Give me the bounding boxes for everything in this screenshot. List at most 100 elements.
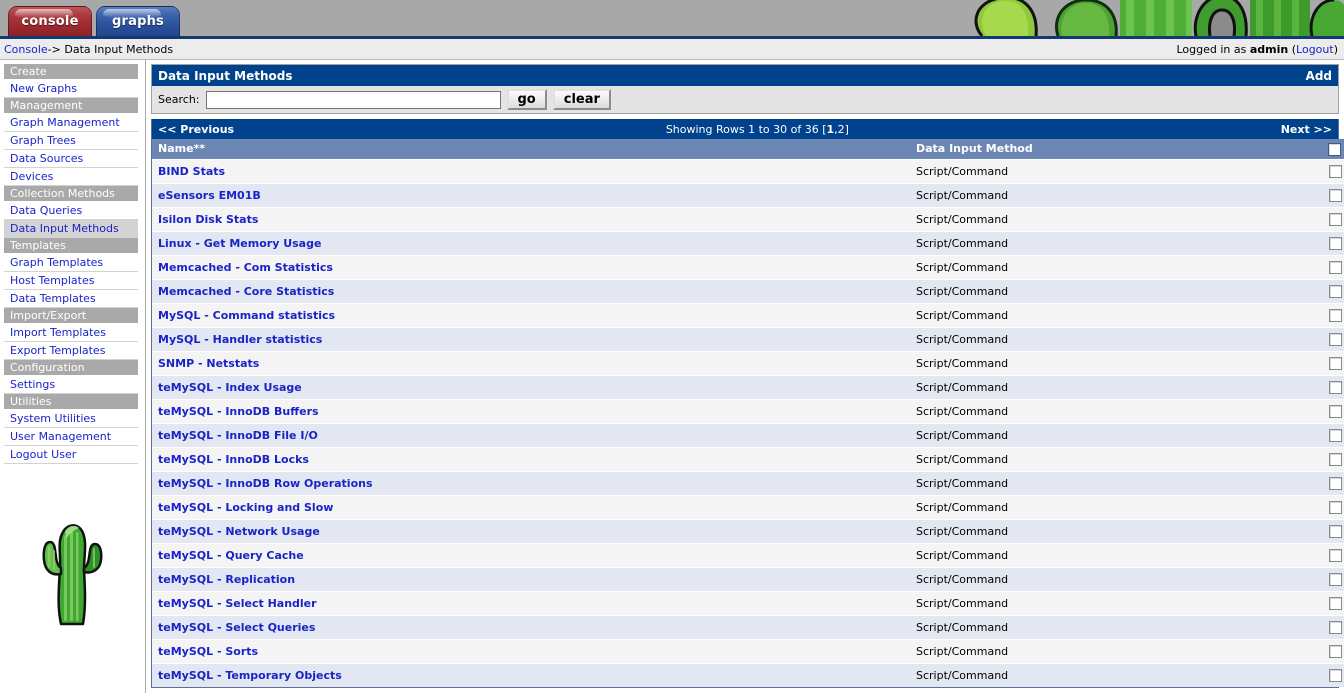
table-row[interactable]: teMySQL - Select Queries Script/Command: [152, 614, 1344, 639]
row-checkbox[interactable]: [1328, 620, 1342, 634]
row-checkbox[interactable]: [1328, 212, 1342, 226]
sidebar-item-settings[interactable]: Settings: [4, 376, 138, 394]
sidebar-item-logout-user[interactable]: Logout User: [4, 446, 138, 464]
row-checkbox[interactable]: [1328, 308, 1342, 322]
sidebar-item-data-templates[interactable]: Data Templates: [4, 290, 138, 308]
table-row[interactable]: MySQL - Handler statistics Script/Command: [152, 326, 1344, 351]
data-input-method-link[interactable]: Memcached - Com Statistics: [158, 261, 333, 274]
table-row[interactable]: teMySQL - InnoDB Row Operations Script/Co…: [152, 470, 1344, 495]
sidebar-item-devices[interactable]: Devices: [4, 168, 138, 186]
data-input-method-link[interactable]: teMySQL - Select Queries: [158, 621, 315, 634]
data-input-method-link[interactable]: teMySQL - Network Usage: [158, 525, 320, 538]
row-checkbox[interactable]: [1328, 548, 1342, 562]
data-input-method-link[interactable]: teMySQL - InnoDB Locks: [158, 453, 309, 466]
data-input-method-link[interactable]: Isilon Disk Stats: [158, 213, 258, 226]
sidebar-item-label[interactable]: Devices: [10, 170, 53, 183]
row-checkbox[interactable]: [1328, 644, 1342, 658]
sidebar-item-label[interactable]: Logout User: [10, 448, 76, 461]
table-row[interactable]: teMySQL - Locking and Slow Script/Command: [152, 494, 1344, 519]
add-link[interactable]: Add: [1306, 69, 1332, 83]
tab-console[interactable]: console: [8, 6, 92, 36]
next-link[interactable]: Next >>: [1281, 123, 1332, 136]
sidebar-item-system-utilities[interactable]: System Utilities: [4, 410, 138, 428]
row-checkbox[interactable]: [1328, 572, 1342, 586]
sidebar-item-export-templates[interactable]: Export Templates: [4, 342, 138, 360]
sidebar-item-data-sources[interactable]: Data Sources: [4, 150, 138, 168]
data-input-method-link[interactable]: Linux - Get Memory Usage: [158, 237, 321, 250]
sidebar-item-user-management[interactable]: User Management: [4, 428, 138, 446]
data-input-method-link[interactable]: teMySQL - InnoDB Row Operations: [158, 477, 373, 490]
data-input-method-link[interactable]: BIND Stats: [158, 165, 225, 178]
row-checkbox[interactable]: [1328, 332, 1342, 346]
row-checkbox[interactable]: [1328, 356, 1342, 370]
data-input-method-link[interactable]: eSensors EM01B: [158, 189, 261, 202]
data-input-method-link[interactable]: teMySQL - Select Handler: [158, 597, 317, 610]
row-checkbox[interactable]: [1328, 164, 1342, 178]
sidebar-item-data-queries[interactable]: Data Queries: [4, 202, 138, 220]
data-input-method-link[interactable]: teMySQL - InnoDB File I/O: [158, 429, 318, 442]
data-input-method-link[interactable]: teMySQL - Temporary Objects: [158, 669, 342, 682]
table-row[interactable]: teMySQL - InnoDB File I/O Script/Command: [152, 422, 1344, 447]
pagination-previous[interactable]: << Previous: [158, 123, 234, 136]
data-input-method-link[interactable]: MySQL - Command statistics: [158, 309, 335, 322]
data-input-method-link[interactable]: SNMP - Netstats: [158, 357, 259, 370]
sidebar-item-label[interactable]: System Utilities: [10, 412, 96, 425]
table-row[interactable]: eSensors EM01B Script/Command: [152, 182, 1344, 207]
row-checkbox[interactable]: [1328, 284, 1342, 298]
breadcrumb-link-console[interactable]: Console: [4, 43, 48, 56]
sidebar-item-label[interactable]: Data Queries: [10, 204, 82, 217]
table-row[interactable]: teMySQL - Query Cache Script/Command: [152, 542, 1344, 567]
data-input-method-link[interactable]: teMySQL - Locking and Slow: [158, 501, 333, 514]
row-checkbox[interactable]: [1328, 669, 1342, 682]
sidebar-item-label[interactable]: Export Templates: [10, 344, 105, 357]
sidebar-item-label[interactable]: Data Sources: [10, 152, 83, 165]
sidebar-item-new-graphs[interactable]: New Graphs: [4, 80, 138, 98]
row-checkbox[interactable]: [1328, 524, 1342, 538]
row-checkbox[interactable]: [1328, 596, 1342, 610]
row-checkbox[interactable]: [1328, 452, 1342, 466]
previous-link[interactable]: << Previous: [158, 123, 234, 136]
table-row[interactable]: teMySQL - Network Usage Script/Command: [152, 518, 1344, 543]
table-row[interactable]: teMySQL - Select Handler Script/Command: [152, 590, 1344, 615]
data-input-method-link[interactable]: Memcached - Core Statistics: [158, 285, 334, 298]
go-button[interactable]: go: [506, 89, 547, 110]
sidebar-item-label[interactable]: Host Templates: [10, 274, 94, 287]
table-row[interactable]: Linux - Get Memory Usage Script/Command: [152, 230, 1344, 255]
sidebar-item-label[interactable]: Graph Trees: [10, 134, 76, 147]
sidebar-item-graph-management[interactable]: Graph Management: [4, 114, 138, 132]
row-checkbox[interactable]: [1328, 260, 1342, 274]
sidebar-item-data-input-methods[interactable]: Data Input Methods: [4, 220, 138, 238]
sidebar-item-label[interactable]: Data Input Methods: [10, 222, 119, 235]
data-input-method-link[interactable]: MySQL - Handler statistics: [158, 333, 322, 346]
table-row[interactable]: teMySQL - InnoDB Locks Script/Command: [152, 446, 1344, 471]
data-input-method-link[interactable]: teMySQL - Sorts: [158, 645, 258, 658]
sidebar-item-label[interactable]: Settings: [10, 378, 55, 391]
column-header-name[interactable]: Name**: [152, 139, 910, 159]
table-row[interactable]: BIND Stats Script/Command: [152, 158, 1344, 183]
sidebar-item-host-templates[interactable]: Host Templates: [4, 272, 138, 290]
table-row[interactable]: teMySQL - InnoDB Buffers Script/Command: [152, 398, 1344, 423]
search-input[interactable]: [205, 90, 501, 109]
sidebar-item-import-templates[interactable]: Import Templates: [4, 324, 138, 342]
data-input-method-link[interactable]: teMySQL - InnoDB Buffers: [158, 405, 319, 418]
data-input-method-link[interactable]: teMySQL - Replication: [158, 573, 295, 586]
row-checkbox[interactable]: [1328, 404, 1342, 418]
table-row[interactable]: MySQL - Command statistics Script/Command: [152, 302, 1344, 327]
table-row[interactable]: Memcached - Core Statistics Script/Comman…: [152, 278, 1344, 303]
table-row[interactable]: teMySQL - Temporary Objects Script/Comman…: [152, 662, 1344, 687]
sidebar-item-graph-trees[interactable]: Graph Trees: [4, 132, 138, 150]
table-row[interactable]: Isilon Disk Stats Script/Command: [152, 206, 1344, 231]
sidebar-item-label[interactable]: New Graphs: [10, 82, 77, 95]
page-number-2[interactable]: 2: [838, 123, 845, 136]
row-checkbox[interactable]: [1328, 188, 1342, 202]
tab-graphs[interactable]: graphs: [96, 6, 180, 36]
sidebar-item-label[interactable]: Import Templates: [10, 326, 106, 339]
logout-link[interactable]: Logout: [1296, 43, 1334, 56]
sidebar-item-label[interactable]: Graph Templates: [10, 256, 103, 269]
data-input-method-link[interactable]: teMySQL - Query Cache: [158, 549, 304, 562]
table-row[interactable]: Memcached - Com Statistics Script/Command: [152, 254, 1344, 279]
row-checkbox[interactable]: [1328, 500, 1342, 514]
row-checkbox[interactable]: [1328, 428, 1342, 442]
table-row[interactable]: teMySQL - Sorts Script/Command: [152, 638, 1344, 663]
pagination-next[interactable]: Next >>: [1281, 123, 1332, 136]
